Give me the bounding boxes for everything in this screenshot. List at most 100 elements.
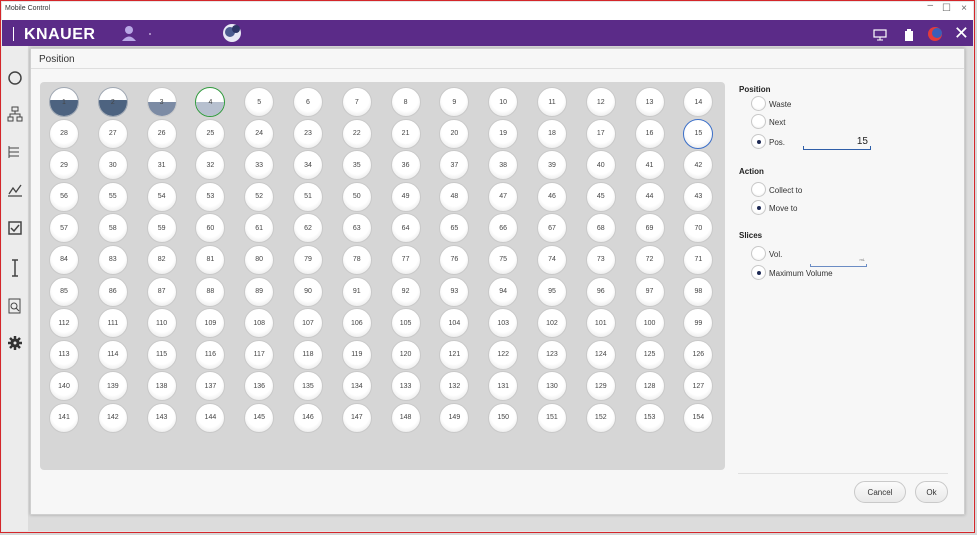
well-14[interactable]: 14 — [683, 87, 714, 117]
well-5[interactable]: 5 — [244, 87, 275, 117]
well-146[interactable]: 146 — [292, 402, 323, 433]
well-135[interactable]: 135 — [292, 371, 323, 402]
well-77[interactable]: 77 — [390, 244, 421, 275]
user-icon[interactable] — [120, 24, 138, 47]
well-63[interactable]: 63 — [341, 213, 372, 244]
well-23[interactable]: 23 — [292, 118, 323, 149]
well-120[interactable]: 120 — [390, 339, 421, 370]
well-125[interactable]: 125 — [634, 339, 665, 370]
well-16[interactable]: 16 — [634, 118, 665, 149]
well-29[interactable]: 29 — [49, 150, 79, 181]
well-68[interactable]: 68 — [585, 213, 616, 244]
well-15[interactable]: 15 — [683, 118, 714, 149]
well-83[interactable]: 83 — [97, 244, 128, 275]
well-37[interactable]: 37 — [439, 150, 470, 181]
list-tree-icon[interactable] — [7, 144, 23, 160]
well-121[interactable]: 121 — [439, 339, 470, 370]
well-81[interactable]: 81 — [195, 244, 226, 275]
well-44[interactable]: 44 — [634, 181, 665, 212]
well-89[interactable]: 89 — [244, 276, 275, 307]
well-59[interactable]: 59 — [146, 213, 177, 244]
cancel-button[interactable]: Cancel — [854, 481, 906, 503]
well-102[interactable]: 102 — [536, 308, 567, 339]
well-76[interactable]: 76 — [439, 244, 470, 275]
well-51[interactable]: 51 — [292, 181, 323, 212]
well-28[interactable]: 28 — [49, 118, 79, 149]
power-icon[interactable] — [7, 70, 23, 86]
well-17[interactable]: 17 — [585, 118, 616, 149]
well-148[interactable]: 148 — [390, 402, 421, 433]
well-3[interactable]: 3 — [146, 87, 177, 117]
well-18[interactable]: 18 — [536, 118, 567, 149]
well-12[interactable]: 12 — [585, 87, 616, 117]
well-154[interactable]: 154 — [683, 402, 714, 433]
well-39[interactable]: 39 — [536, 150, 567, 181]
well-94[interactable]: 94 — [488, 276, 519, 307]
well-100[interactable]: 100 — [634, 308, 665, 339]
well-95[interactable]: 95 — [536, 276, 567, 307]
well-134[interactable]: 134 — [341, 371, 372, 402]
well-115[interactable]: 115 — [146, 339, 177, 370]
next-radio[interactable] — [751, 114, 766, 129]
well-131[interactable]: 131 — [488, 371, 519, 402]
well-138[interactable]: 138 — [146, 371, 177, 402]
well-91[interactable]: 91 — [341, 276, 372, 307]
well-136[interactable]: 136 — [244, 371, 275, 402]
well-118[interactable]: 118 — [292, 339, 323, 370]
well-8[interactable]: 8 — [390, 87, 421, 117]
well-99[interactable]: 99 — [683, 308, 714, 339]
well-43[interactable]: 43 — [683, 181, 714, 212]
pos-radio[interactable] — [751, 134, 766, 149]
well-22[interactable]: 22 — [341, 118, 372, 149]
well-11[interactable]: 11 — [536, 87, 567, 117]
well-27[interactable]: 27 — [97, 118, 128, 149]
position-input[interactable]: 15 — [803, 136, 871, 150]
well-80[interactable]: 80 — [244, 244, 275, 275]
well-153[interactable]: 153 — [634, 402, 665, 433]
well-85[interactable]: 85 — [49, 276, 79, 307]
well-108[interactable]: 108 — [244, 308, 275, 339]
well-143[interactable]: 143 — [146, 402, 177, 433]
well-2[interactable]: 2 — [97, 87, 128, 117]
network-icon[interactable] — [7, 106, 23, 122]
well-130[interactable]: 130 — [536, 371, 567, 402]
well-41[interactable]: 41 — [634, 150, 665, 181]
well-137[interactable]: 137 — [195, 371, 226, 402]
well-7[interactable]: 7 — [341, 87, 372, 117]
well-104[interactable]: 104 — [439, 308, 470, 339]
well-101[interactable]: 101 — [585, 308, 616, 339]
ok-button[interactable]: Ok — [915, 481, 948, 503]
well-98[interactable]: 98 — [683, 276, 714, 307]
well-75[interactable]: 75 — [488, 244, 519, 275]
well-25[interactable]: 25 — [195, 118, 226, 149]
well-67[interactable]: 67 — [536, 213, 567, 244]
well-21[interactable]: 21 — [390, 118, 421, 149]
well-133[interactable]: 133 — [390, 371, 421, 402]
well-13[interactable]: 13 — [634, 87, 665, 117]
well-6[interactable]: 6 — [292, 87, 323, 117]
well-72[interactable]: 72 — [634, 244, 665, 275]
well-20[interactable]: 20 — [439, 118, 470, 149]
well-33[interactable]: 33 — [244, 150, 275, 181]
checkbox-icon[interactable] — [7, 220, 23, 236]
well-90[interactable]: 90 — [292, 276, 323, 307]
well-57[interactable]: 57 — [49, 213, 79, 244]
well-1[interactable]: 1 — [49, 87, 79, 117]
collect-to-radio[interactable] — [751, 182, 766, 197]
well-38[interactable]: 38 — [488, 150, 519, 181]
well-129[interactable]: 129 — [585, 371, 616, 402]
well-147[interactable]: 147 — [341, 402, 372, 433]
chart-icon[interactable] — [7, 182, 23, 198]
well-109[interactable]: 109 — [195, 308, 226, 339]
maximize-button[interactable]: ☐ — [942, 3, 951, 14]
trash-icon[interactable] — [904, 28, 914, 46]
well-31[interactable]: 31 — [146, 150, 177, 181]
well-141[interactable]: 141 — [49, 402, 79, 433]
well-19[interactable]: 19 — [488, 118, 519, 149]
vol-radio[interactable] — [751, 246, 766, 261]
well-26[interactable]: 26 — [146, 118, 177, 149]
well-128[interactable]: 128 — [634, 371, 665, 402]
status-ball-icon[interactable] — [927, 26, 943, 47]
well-107[interactable]: 107 — [292, 308, 323, 339]
well-78[interactable]: 78 — [341, 244, 372, 275]
